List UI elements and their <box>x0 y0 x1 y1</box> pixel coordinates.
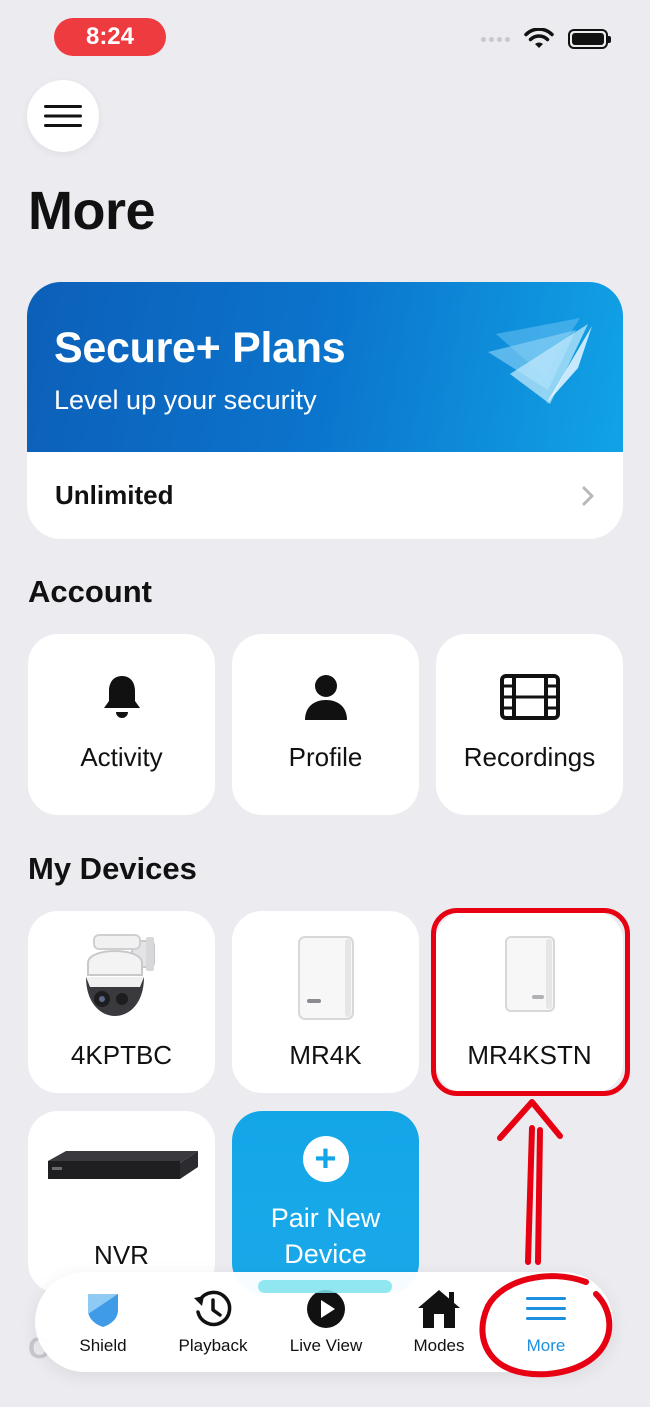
tab-playback-label: Playback <box>178 1336 248 1355</box>
scroll-glow-indicator <box>258 1280 392 1293</box>
battery-icon <box>568 29 611 49</box>
pair-new-device-label: Pair New Device <box>270 1203 381 1269</box>
device-label-nvr: NVR <box>94 1240 149 1270</box>
hamburger-menu-button[interactable] <box>27 80 99 152</box>
status-time: 8:24 <box>54 18 166 56</box>
profile-tile[interactable]: Profile <box>232 634 419 815</box>
annotation-highlight-box <box>431 908 630 1096</box>
profile-label: Profile <box>288 742 363 772</box>
page-title: More <box>28 181 156 241</box>
tab-live-view-label: Live View <box>289 1336 363 1355</box>
cellular-icon <box>481 36 510 42</box>
devices-section-title: My Devices <box>28 851 197 886</box>
plans-unlimited-row[interactable]: Unlimited <box>27 452 623 539</box>
nvr-recorder-image <box>47 1151 198 1179</box>
plus-icon: + <box>302 1136 349 1182</box>
status-indicators <box>481 28 611 50</box>
recordings-label: Recordings <box>463 742 596 772</box>
tab-more-label: More <box>526 1336 566 1355</box>
pair-new-device-button[interactable]: + Pair New Device <box>232 1111 419 1293</box>
tab-modes-label: Modes <box>413 1336 465 1355</box>
tab-more[interactable]: More <box>490 1272 602 1372</box>
activity-label: Activity <box>80 742 163 772</box>
film-icon <box>499 674 560 720</box>
device-label-mr4k: MR4K <box>289 1040 362 1070</box>
device-label-4kptbc: 4KPTBC <box>70 1040 173 1070</box>
device-tile-4kptbc[interactable]: 4KPTBC <box>28 911 215 1093</box>
wifi-icon <box>524 28 554 48</box>
tab-playback[interactable]: Playback <box>157 1272 269 1372</box>
activity-tile[interactable]: Activity <box>28 634 215 815</box>
home-icon <box>418 1290 460 1328</box>
plans-row-label: Unlimited <box>55 480 174 510</box>
device-tile-nvr[interactable]: NVR <box>28 1111 215 1293</box>
ptz-camera-image <box>85 934 155 1016</box>
tab-shield-label: Shield <box>79 1336 127 1355</box>
person-icon <box>304 675 347 720</box>
bell-icon <box>103 676 140 718</box>
chevron-right-icon <box>582 486 594 505</box>
device-tile-mr4k[interactable]: MR4K <box>232 911 419 1093</box>
brand-wing-logo <box>488 318 592 404</box>
plans-banner[interactable]: Secure+ Plans Level up your security <box>27 282 623 452</box>
tab-modes[interactable]: Modes <box>383 1272 495 1372</box>
recordings-tile[interactable]: Recordings <box>436 634 623 815</box>
hamburger-icon <box>44 105 82 127</box>
history-icon <box>194 1290 232 1327</box>
shield-icon <box>88 1294 118 1327</box>
secure-plans-card[interactable]: Secure+ Plans Level up your security Unl… <box>27 282 623 539</box>
account-section-title: Account <box>28 574 152 609</box>
tab-shield[interactable]: Shield <box>47 1272 159 1372</box>
router-device-image <box>297 936 354 1020</box>
play-icon <box>307 1290 345 1328</box>
menu-lines-icon <box>526 1297 566 1320</box>
